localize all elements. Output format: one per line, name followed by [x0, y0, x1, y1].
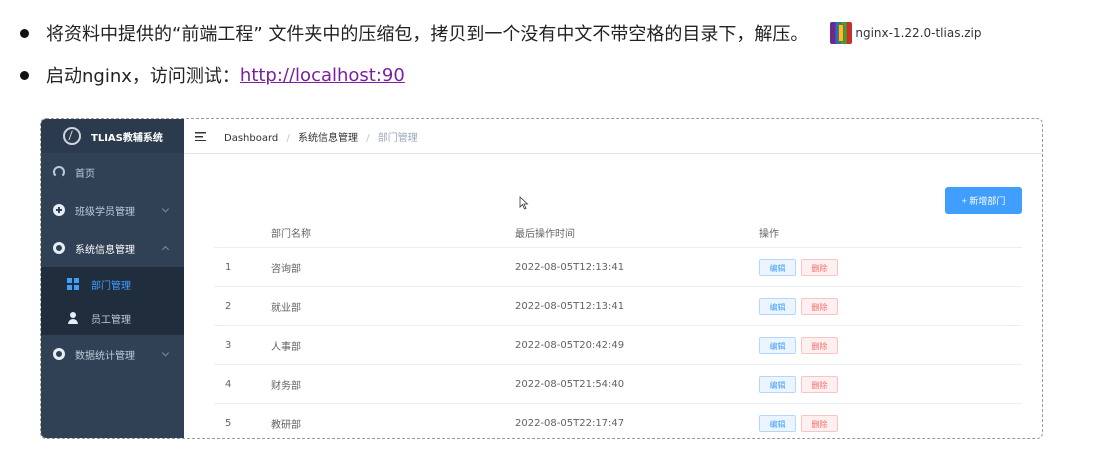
breadcrumb-item-system-info: 系统信息管理 — [298, 132, 359, 144]
sidebar-item-label: 系统信息管理 — [75, 244, 135, 256]
delete-button[interactable]: 删除 — [801, 297, 838, 315]
edit-button[interactable]: 编辑 — [759, 258, 796, 276]
edit-button[interactable]: 编辑 — [759, 375, 796, 393]
last-modified-time: 2022-08-05T21:54:40 — [514, 364, 758, 404]
column-header-name: 部门名称 — [270, 218, 514, 248]
row-index: 2 — [214, 286, 270, 326]
table-row: 2 就业部 2022-08-05T12:13:41 编辑 删除 — [214, 286, 1022, 326]
department-name: 人事部 — [270, 325, 514, 365]
sidebar: TLIAS教辅系统 首页 班级学员管理 系统信息管理 部门管理 员工管理 数据统… — [41, 119, 184, 438]
instruction-line-extract: 将资料中提供的“前端工程” 文件夹中的压缩包，拷贝到一个没有中文不带空格的目录下… — [20, 20, 982, 46]
breadcrumb-separator: / — [286, 132, 290, 144]
department-name: 就业部 — [270, 286, 514, 326]
row-index: 5 — [214, 403, 270, 438]
sidebar-item-label: 员工管理 — [91, 314, 131, 326]
edit-button[interactable]: 编辑 — [759, 336, 796, 354]
department-name: 咨询部 — [270, 247, 514, 287]
row-actions: 编辑 删除 — [758, 247, 1022, 287]
department-name: 财务部 — [270, 364, 514, 404]
sidebar-item-label: 部门管理 — [91, 280, 131, 292]
zip-file-name: nginx-1.22.0-tlias.zip — [855, 26, 982, 40]
table-row: 4 财务部 2022-08-05T21:54:40 编辑 删除 — [214, 364, 1022, 404]
main-content: Dashboard / 系统信息管理 / 部门管理 + 新增部门 部门名称 最后… — [184, 119, 1042, 438]
brand[interactable]: TLIAS教辅系统 — [41, 119, 184, 153]
grid-icon — [67, 278, 79, 290]
breadcrumb-item-current: 部门管理 — [377, 132, 418, 144]
breadcrumb-separator: / — [366, 132, 370, 144]
column-header-time: 最后操作时间 — [514, 218, 758, 248]
instruction-line-start: 启动nginx，访问测试： http://localhost:90 — [20, 62, 405, 88]
table-row: 3 人事部 2022-08-05T20:42:49 编辑 删除 — [214, 325, 1022, 365]
table-body: 1 咨询部 2022-08-05T12:13:41 编辑 删除 2 就业部 202… — [214, 247, 1022, 438]
sidebar-item-label: 班级学员管理 — [75, 206, 135, 218]
department-name: 教研部 — [270, 403, 514, 438]
bullet-icon — [20, 28, 29, 38]
column-header-index — [214, 218, 270, 248]
row-index: 3 — [214, 325, 270, 365]
department-table: 部门名称 最后操作时间 操作 1 咨询部 2022-08-05T12:13:41… — [214, 218, 1022, 438]
column-header-actions: 操作 — [758, 218, 1022, 248]
topbar: Dashboard / 系统信息管理 / 部门管理 — [184, 119, 1042, 154]
sidebar-item-label: 首页 — [75, 168, 95, 180]
last-modified-time: 2022-08-05T12:13:41 — [514, 286, 758, 326]
sidebar-item-employee[interactable]: 员工管理 — [41, 301, 184, 335]
delete-button[interactable]: 删除 — [801, 375, 838, 393]
gear-icon — [53, 348, 65, 360]
delete-button[interactable]: 删除 — [801, 336, 838, 354]
logo-icon — [63, 127, 81, 145]
row-actions: 编辑 删除 — [758, 364, 1022, 404]
delete-button[interactable]: 删除 — [801, 258, 838, 276]
menu-fold-icon[interactable] — [195, 131, 206, 141]
chevron-down-icon — [161, 349, 170, 357]
delete-button[interactable]: 删除 — [801, 414, 838, 432]
last-modified-time: 2022-08-05T22:17:47 — [514, 403, 758, 438]
mouse-cursor-icon — [519, 196, 529, 210]
row-actions: 编辑 删除 — [758, 325, 1022, 365]
plus-circle-icon — [53, 204, 65, 216]
breadcrumb: Dashboard / 系统信息管理 / 部门管理 — [224, 129, 418, 144]
chevron-up-icon — [161, 245, 170, 254]
last-modified-time: 2022-08-05T12:13:41 — [514, 247, 758, 287]
submenu-system-info: 部门管理 员工管理 — [41, 267, 184, 335]
add-department-button[interactable]: + 新增部门 — [945, 187, 1022, 214]
dashboard-icon — [53, 166, 65, 178]
user-icon — [67, 312, 79, 324]
chevron-down-icon — [161, 205, 170, 213]
breadcrumb-item-dashboard[interactable]: Dashboard — [224, 133, 278, 144]
row-index: 1 — [214, 247, 270, 287]
instruction-text-start: 启动nginx，访问测试： — [46, 66, 240, 87]
last-modified-time: 2022-08-05T20:42:49 — [514, 325, 758, 365]
instruction-text-extract: 将资料中提供的“前端工程” 文件夹中的压缩包，拷贝到一个没有中文不带空格的目录下… — [46, 24, 809, 45]
table-row: 5 教研部 2022-08-05T22:17:47 编辑 删除 — [214, 403, 1022, 438]
table-row: 1 咨询部 2022-08-05T12:13:41 编辑 删除 — [214, 247, 1022, 287]
sidebar-item-home[interactable]: 首页 — [41, 153, 184, 191]
table-header-row: 部门名称 最后操作时间 操作 — [214, 218, 1022, 248]
bullet-icon — [20, 70, 29, 80]
row-actions: 编辑 删除 — [758, 403, 1022, 438]
sidebar-item-class-students[interactable]: 班级学员管理 — [41, 191, 184, 229]
zip-archive-icon — [830, 22, 853, 44]
edit-button[interactable]: 编辑 — [759, 414, 796, 432]
row-actions: 编辑 删除 — [758, 286, 1022, 326]
sidebar-item-department[interactable]: 部门管理 — [41, 267, 184, 301]
localhost-link[interactable]: http://localhost:90 — [240, 65, 405, 86]
sidebar-item-label: 数据统计管理 — [75, 350, 135, 362]
brand-title: TLIAS教辅系统 — [91, 132, 163, 144]
edit-button[interactable]: 编辑 — [759, 297, 796, 315]
sidebar-item-system-info[interactable]: 系统信息管理 — [41, 229, 184, 267]
sidebar-item-statistics[interactable]: 数据统计管理 — [41, 335, 184, 373]
gear-icon — [53, 242, 65, 254]
app-window: TLIAS教辅系统 首页 班级学员管理 系统信息管理 部门管理 员工管理 数据统… — [40, 118, 1043, 439]
row-index: 4 — [214, 364, 270, 404]
